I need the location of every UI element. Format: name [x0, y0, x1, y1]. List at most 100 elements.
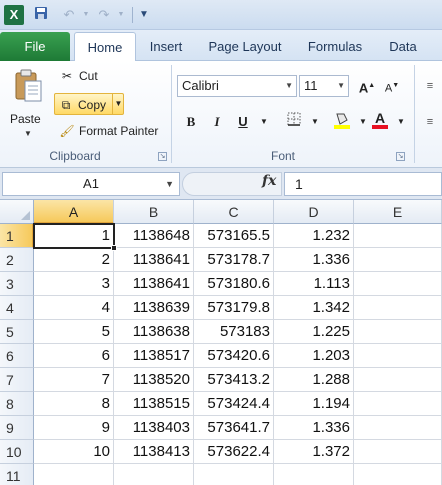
row-header-9[interactable]: 9	[0, 416, 34, 440]
cell-c5[interactable]: 573183	[194, 320, 274, 344]
copy-dropdown-icon[interactable]: ▼	[112, 93, 124, 115]
cut-button[interactable]: ✂ Cut	[58, 65, 98, 87]
cell-e1[interactable]	[354, 224, 442, 248]
cell-a6[interactable]: 6	[34, 344, 114, 368]
cell-b11[interactable]	[114, 464, 194, 485]
cell-c2[interactable]: 573178.7	[194, 248, 274, 272]
align-top-icon[interactable]: ≡	[420, 76, 440, 96]
cell-d2[interactable]: 1.336	[274, 248, 354, 272]
cell-e8[interactable]	[354, 392, 442, 416]
font-launcher-icon[interactable]: ↘	[396, 152, 405, 161]
cell-a3[interactable]: 3	[34, 272, 114, 296]
cell-b1[interactable]: 1138648	[114, 224, 194, 248]
cell-a5[interactable]: 5	[34, 320, 114, 344]
cell-b7[interactable]: 1138520	[114, 368, 194, 392]
cell-b8[interactable]: 1138515	[114, 392, 194, 416]
cell-b9[interactable]: 1138403	[114, 416, 194, 440]
row-header-7[interactable]: 7	[0, 368, 34, 392]
customize-qat-icon[interactable]: ▼	[135, 6, 153, 24]
cell-c6[interactable]: 573420.6	[194, 344, 274, 368]
cell-b6[interactable]: 1138517	[114, 344, 194, 368]
underline-button[interactable]: U	[233, 112, 253, 132]
borders-icon[interactable]	[284, 112, 304, 132]
cell-d1[interactable]: 1.232	[274, 224, 354, 248]
cell-e5[interactable]	[354, 320, 442, 344]
tab-file[interactable]: File	[0, 32, 70, 61]
save-icon[interactable]	[32, 6, 50, 24]
cell-d8[interactable]: 1.194	[274, 392, 354, 416]
cell-c10[interactable]: 573622.4	[194, 440, 274, 464]
cell-e6[interactable]	[354, 344, 442, 368]
cell-c11[interactable]	[194, 464, 274, 485]
cell-d5[interactable]: 1.225	[274, 320, 354, 344]
cell-d10[interactable]: 1.372	[274, 440, 354, 464]
underline-dropdown-icon[interactable]: ▼	[254, 112, 274, 132]
undo-dropdown-icon[interactable]: ▼	[77, 6, 95, 24]
cell-c9[interactable]: 573641.7	[194, 416, 274, 440]
undo-icon[interactable]: ↶	[60, 6, 78, 24]
fill-handle[interactable]	[111, 245, 117, 251]
clipboard-launcher-icon[interactable]: ↘	[158, 152, 167, 161]
column-header-e[interactable]: E	[354, 200, 442, 224]
paste-button[interactable]: Paste	[10, 112, 41, 126]
cell-c7[interactable]: 573413.2	[194, 368, 274, 392]
cell-b5[interactable]: 1138638	[114, 320, 194, 344]
bold-button[interactable]: B	[181, 112, 201, 132]
cell-a8[interactable]: 8	[34, 392, 114, 416]
cell-d3[interactable]: 1.113	[274, 272, 354, 296]
tab-page-layout[interactable]: Page Layout	[200, 32, 290, 61]
borders-dropdown-icon[interactable]: ▼	[305, 112, 325, 132]
cell-a7[interactable]: 7	[34, 368, 114, 392]
cell-b4[interactable]: 1138639	[114, 296, 194, 320]
cell-e2[interactable]	[354, 248, 442, 272]
cell-d11[interactable]	[274, 464, 354, 485]
paste-dropdown-icon[interactable]: ▼	[24, 129, 32, 138]
cell-e10[interactable]	[354, 440, 442, 464]
cell-c3[interactable]: 573180.6	[194, 272, 274, 296]
cell-e4[interactable]	[354, 296, 442, 320]
row-header-8[interactable]: 8	[0, 392, 34, 416]
font-name-dropdown[interactable]: Calibri ▼	[177, 75, 297, 97]
italic-button[interactable]: I	[207, 112, 227, 132]
cell-d9[interactable]: 1.336	[274, 416, 354, 440]
font-color-dropdown-icon[interactable]: ▼	[391, 112, 411, 132]
cell-b2[interactable]: 1138641	[114, 248, 194, 272]
column-header-d[interactable]: D	[274, 200, 354, 224]
fill-color-button[interactable]	[332, 110, 352, 130]
row-header-5[interactable]: 5	[0, 320, 34, 344]
row-header-10[interactable]: 10	[0, 440, 34, 464]
redo-icon[interactable]: ↷	[95, 6, 113, 24]
row-header-2[interactable]: 2	[0, 248, 34, 272]
paste-icon[interactable]	[14, 69, 44, 105]
row-header-11[interactable]: 11	[0, 464, 34, 485]
row-header-6[interactable]: 6	[0, 344, 34, 368]
row-header-1[interactable]: 1	[0, 224, 34, 248]
formula-input[interactable]: 1	[284, 172, 442, 196]
cell-c1[interactable]: 573165.5	[194, 224, 274, 248]
shrink-font-button[interactable]: A▼	[382, 76, 402, 96]
cell-a4[interactable]: 4	[34, 296, 114, 320]
tab-insert[interactable]: Insert	[140, 32, 192, 61]
cell-d6[interactable]: 1.203	[274, 344, 354, 368]
cell-b10[interactable]: 1138413	[114, 440, 194, 464]
tab-formulas[interactable]: Formulas	[300, 32, 370, 61]
insert-function-icon[interactable]: fx	[262, 173, 276, 189]
cell-a11[interactable]	[34, 464, 114, 485]
cell-e7[interactable]	[354, 368, 442, 392]
font-color-button[interactable]: A	[370, 110, 390, 130]
column-header-b[interactable]: B	[114, 200, 194, 224]
align-left-icon[interactable]: ≡	[420, 112, 440, 132]
tab-home[interactable]: Home	[74, 32, 136, 62]
font-size-dropdown[interactable]: 11 ▼	[299, 75, 349, 97]
excel-icon[interactable]: X	[4, 5, 24, 25]
cell-a2[interactable]: 2	[34, 248, 114, 272]
cell-e9[interactable]	[354, 416, 442, 440]
cell-a9[interactable]: 9	[34, 416, 114, 440]
cell-e11[interactable]	[354, 464, 442, 485]
row-header-3[interactable]: 3	[0, 272, 34, 296]
row-header-4[interactable]: 4	[0, 296, 34, 320]
cell-c8[interactable]: 573424.4	[194, 392, 274, 416]
cell-c4[interactable]: 573179.8	[194, 296, 274, 320]
column-header-c[interactable]: C	[194, 200, 274, 224]
select-all-button[interactable]	[0, 200, 34, 224]
